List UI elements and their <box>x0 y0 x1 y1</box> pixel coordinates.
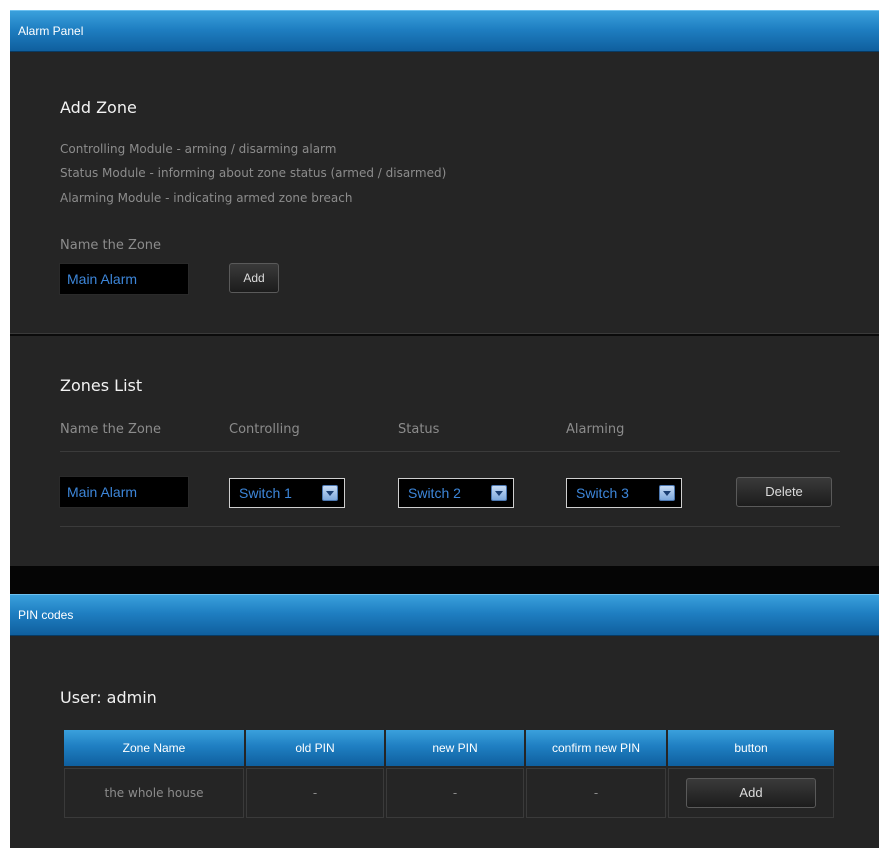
controlling-module-description: Controlling Module - arming / disarming … <box>60 142 337 156</box>
controlling-select-value: Switch 1 <box>239 485 292 501</box>
header-new-pin: new PIN <box>386 730 524 766</box>
pin-codes-header: PIN codes <box>10 594 879 636</box>
cell-new-pin[interactable]: - <box>386 768 524 818</box>
column-header-controlling: Controlling <box>229 422 300 437</box>
cell-old-pin[interactable]: - <box>246 768 384 818</box>
name-zone-label: Name the Zone <box>60 238 162 253</box>
header-button: button <box>668 730 834 766</box>
alarm-panel-header: Alarm Panel <box>10 10 879 52</box>
status-select[interactable]: Switch 2 <box>398 478 514 508</box>
add-zone-button[interactable]: Add <box>229 263 279 293</box>
column-header-status: Status <box>398 422 440 437</box>
chevron-down-icon[interactable] <box>659 485 675 501</box>
alarming-select-value: Switch 3 <box>576 485 629 501</box>
pin-codes-section: User: admin Zone Name old PIN new PIN co… <box>10 636 879 848</box>
header-zone-name: Zone Name <box>64 730 244 766</box>
app-frame: Alarm Panel Add Zone Controlling Module … <box>10 10 879 848</box>
user-label: User: admin <box>60 688 157 707</box>
pin-table-header-row: Zone Name old PIN new PIN confirm new PI… <box>64 730 834 766</box>
chevron-down-icon[interactable] <box>491 485 507 501</box>
header-confirm-pin: confirm new PIN <box>526 730 666 766</box>
column-header-alarming: Alarming <box>566 422 625 437</box>
add-zone-title: Add Zone <box>60 98 137 117</box>
zones-row-divider <box>60 526 840 527</box>
zone-name-input[interactable]: Main Alarm <box>59 263 189 295</box>
section-gap <box>10 566 879 594</box>
status-module-description: Status Module - informing about zone sta… <box>60 166 447 180</box>
cell-zone-name: the whole house <box>64 768 244 818</box>
add-zone-section: Add Zone Controlling Module - arming / d… <box>10 52 879 334</box>
chevron-down-icon[interactable] <box>322 485 338 501</box>
header-old-pin: old PIN <box>246 730 384 766</box>
add-pin-button[interactable]: Add <box>686 778 816 808</box>
pin-table: Zone Name old PIN new PIN confirm new PI… <box>62 728 836 820</box>
column-header-name: Name the Zone <box>60 422 162 437</box>
alarming-select[interactable]: Switch 3 <box>566 478 682 508</box>
status-select-value: Switch 2 <box>408 485 461 501</box>
cell-confirm-pin[interactable]: - <box>526 768 666 818</box>
controlling-select[interactable]: Switch 1 <box>229 478 345 508</box>
zones-list-title: Zones List <box>60 376 143 395</box>
table-row: the whole house - - - Add <box>64 768 834 818</box>
alarming-module-description: Alarming Module - indicating armed zone … <box>60 191 353 205</box>
zone-row-name-input[interactable]: Main Alarm <box>59 476 189 508</box>
zones-list-section: Zones List Name the Zone Controlling Sta… <box>10 336 879 566</box>
zones-header-divider <box>60 451 840 452</box>
cell-button: Add <box>668 768 834 818</box>
delete-zone-button[interactable]: Delete <box>736 477 832 507</box>
